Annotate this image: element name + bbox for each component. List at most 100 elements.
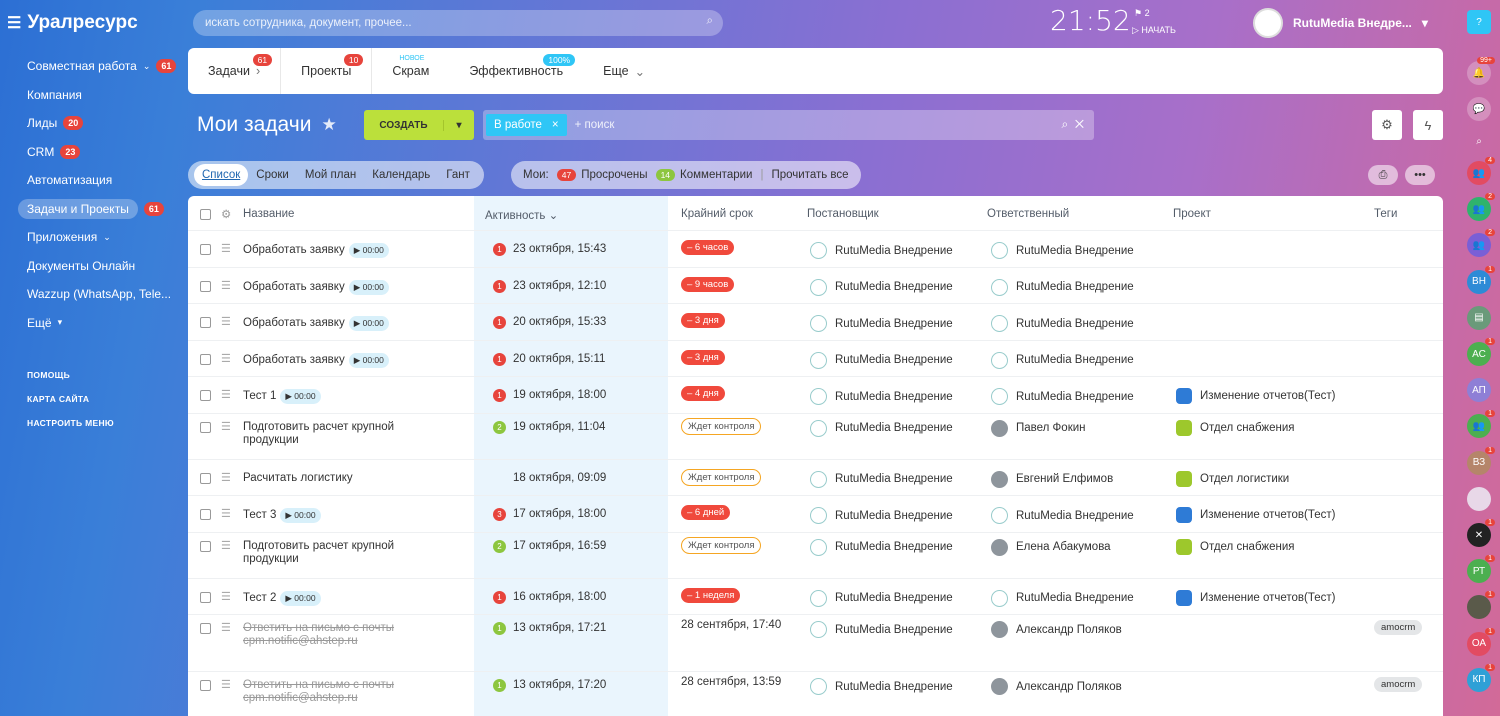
row-checkbox[interactable] — [200, 421, 211, 433]
right-bar-item[interactable]: 👥 2 — [1467, 229, 1495, 258]
menu-item[interactable]: Приложения ⌄ — [18, 223, 184, 252]
menu-item[interactable]: Компания — [18, 81, 184, 110]
task-tag[interactable]: amocrm — [1374, 620, 1423, 635]
deadline-badge[interactable]: Ждет контроля — [681, 468, 762, 486]
creator-cell[interactable]: RutuMedia Внедрение — [810, 678, 953, 695]
table-row[interactable]: ☰ Тест 2 ▶ 00:00 1 16 октября, 18:00 – 1 неде… — [188, 579, 1443, 615]
col-activity[interactable]: Активность ⌄ — [485, 208, 558, 222]
creator-cell[interactable]: RutuMedia Внедрение — [810, 507, 953, 524]
responsible-cell[interactable]: Александр Поляков — [991, 621, 1122, 638]
menu-small-link[interactable]: КАРТА САЙТА — [18, 387, 184, 411]
creator-cell[interactable]: RutuMedia Внедрение — [810, 470, 953, 488]
right-bar-item[interactable]: КП 1 — [1467, 663, 1495, 692]
right-bar-item[interactable]: ⌕ — [1467, 129, 1491, 153]
project-cell[interactable]: Отдел снабжения — [1176, 538, 1295, 555]
project-cell[interactable]: Изменение отчетов(Тест) — [1176, 589, 1335, 606]
print-button[interactable]: ⎙ — [1368, 165, 1398, 185]
project-cell[interactable]: Изменение отчетов(Тест) — [1176, 507, 1335, 523]
task-title[interactable]: Обработать заявку ▶ 00:00 — [243, 243, 389, 258]
table-row[interactable]: ☰ Тест 3 ▶ 00:00 3 17 октября, 18:00 – 6 дней… — [188, 496, 1443, 533]
task-timer[interactable]: ▶ 00:00 — [348, 352, 389, 368]
responsible-cell[interactable]: RutuMedia Внедрение — [991, 388, 1134, 405]
row-checkbox[interactable] — [200, 680, 211, 691]
deadline-badge[interactable]: – 1 неделя — [681, 587, 741, 603]
right-bar-item[interactable]: 1 — [1467, 591, 1495, 620]
table-row[interactable]: ☰ Расчитать логистику 18 октября, 09:09 Жде… — [188, 460, 1443, 496]
flag-counter[interactable]: ⚑ 2 — [1134, 8, 1150, 19]
drag-handle-icon[interactable]: ☰ — [221, 388, 231, 401]
menu-small-link[interactable]: НАСТРОИТЬ МЕНЮ — [18, 411, 184, 435]
menu-small-link[interactable]: ПОМОЩЬ — [18, 363, 184, 387]
task-title[interactable]: Подготовить расчет крупной продукции — [243, 421, 394, 447]
row-checkbox[interactable] — [200, 317, 211, 328]
task-title[interactable]: Тест 1 ▶ 00:00 — [243, 389, 321, 404]
global-search[interactable]: искать сотрудника, документ, прочее... ⌕ — [193, 10, 723, 36]
task-title[interactable]: Ответить на письмо с почты cpm.notific@ah… — [243, 679, 394, 705]
right-bar-item[interactable]: ? — [1467, 10, 1491, 34]
filter-chip[interactable]: В работе × — [486, 114, 567, 136]
deadline-text[interactable]: 28 сентября, 13:59 — [681, 676, 781, 688]
task-title[interactable]: Расчитать логистику — [243, 472, 353, 485]
task-title[interactable]: Ответить на письмо с почты cpm.notific@ah… — [243, 622, 394, 648]
table-row[interactable]: ☰ Подготовить расчет крупной продукции 2 17 … — [188, 533, 1443, 579]
creator-cell[interactable]: RutuMedia Внедрение — [810, 538, 953, 556]
task-title[interactable]: Подготовить расчет крупной продукции — [243, 540, 394, 566]
portal-logo[interactable]: ☰ Уралресурс — [7, 12, 138, 34]
drag-handle-icon[interactable]: ☰ — [221, 621, 231, 634]
responsible-cell[interactable]: RutuMedia Внедрение — [991, 507, 1134, 524]
drag-handle-icon[interactable]: ☰ — [221, 279, 231, 292]
view-tab[interactable]: Сроки — [248, 164, 297, 186]
read-all-link[interactable]: Прочитать все — [771, 169, 848, 181]
table-row[interactable]: ☰ Подготовить расчет крупной продукции 2 19 … — [188, 414, 1443, 460]
select-all-checkbox[interactable] — [200, 209, 211, 220]
task-tag[interactable]: amocrm — [1374, 677, 1423, 692]
menu-item[interactable]: Автоматизация — [18, 166, 184, 195]
task-title[interactable]: Обработать заявку ▶ 00:00 — [243, 316, 389, 331]
robots-button[interactable]: ϟ — [1413, 110, 1443, 140]
responsible-cell[interactable]: Евгений Елфимов — [991, 470, 1113, 488]
gear-icon[interactable]: ⚙ — [221, 207, 231, 221]
menu-item[interactable]: Документы Онлайн — [18, 252, 184, 281]
creator-cell[interactable]: RutuMedia Внедрение — [810, 278, 953, 296]
row-checkbox[interactable] — [200, 509, 211, 520]
chip-close-icon[interactable]: × — [552, 119, 559, 131]
responsible-cell[interactable]: RutuMedia Внедрение — [991, 242, 1134, 259]
row-checkbox[interactable] — [200, 540, 211, 552]
row-checkbox[interactable] — [200, 280, 211, 292]
project-cell[interactable]: Отдел логистики — [1176, 470, 1289, 487]
right-bar-item[interactable]: 👥 4 — [1467, 157, 1495, 185]
table-row[interactable]: ☰ Обработать заявку ▶ 00:00 1 20 октября, 15… — [188, 341, 1443, 377]
right-bar-item[interactable]: 🔔 99+ — [1467, 57, 1495, 85]
right-bar-item[interactable]: ВН 1 — [1467, 265, 1495, 294]
creator-cell[interactable]: RutuMedia Внедрение — [810, 315, 953, 332]
project-cell[interactable]: Отдел снабжения — [1176, 419, 1295, 436]
tab-4[interactable]: Еще ⌄ — [583, 48, 665, 94]
drag-handle-icon[interactable]: ☰ — [221, 539, 231, 552]
view-tab[interactable]: Мой план — [297, 164, 364, 186]
tab-3[interactable]: Эффективность 100% — [449, 48, 583, 94]
search-icon[interactable]: ⌕ — [1061, 117, 1068, 131]
col-deadline[interactable]: Крайний срок — [681, 208, 753, 220]
task-title[interactable]: Тест 2 ▶ 00:00 — [243, 590, 321, 606]
responsible-cell[interactable]: Елена Абакумова — [991, 538, 1111, 556]
responsible-cell[interactable]: Александр Поляков — [991, 678, 1122, 695]
create-button[interactable]: СОЗДАТЬ ▾ — [364, 110, 474, 140]
responsible-cell[interactable]: RutuMedia Внедрение — [991, 315, 1134, 332]
tab-0[interactable]: Задачи › 61 — [188, 48, 282, 94]
row-checkbox[interactable] — [200, 591, 211, 603]
menu-item[interactable]: Wazzup (WhatsApp, Tele... — [18, 280, 184, 309]
task-timer[interactable]: ▶ 00:00 — [348, 316, 389, 331]
table-row[interactable]: ☰ Обработать заявку ▶ 00:00 1 20 октября, 15… — [188, 304, 1443, 341]
create-label[interactable]: СОЗДАТЬ — [364, 119, 444, 131]
right-bar-item[interactable]: ▤ — [1467, 305, 1491, 330]
row-checkbox[interactable] — [200, 623, 211, 634]
deadline-badge[interactable]: Ждет контроля — [681, 417, 762, 435]
task-timer[interactable]: ▶ 00:00 — [348, 279, 389, 295]
user-menu[interactable]: RutuMedia Внедре... ▾ — [1253, 8, 1428, 38]
drag-handle-icon[interactable]: ☰ — [221, 590, 231, 603]
view-tab[interactable]: Гант — [438, 164, 478, 186]
table-row[interactable]: ☰ Тест 1 ▶ 00:00 1 19 октября, 18:00 – 4 дня R… — [188, 377, 1443, 414]
creator-cell[interactable]: RutuMedia Внедрение — [810, 419, 953, 437]
table-row[interactable]: ☰ Обработать заявку ▶ 00:00 1 23 октября, 12… — [188, 268, 1443, 304]
deadline-badge[interactable]: – 6 часов — [681, 240, 735, 255]
